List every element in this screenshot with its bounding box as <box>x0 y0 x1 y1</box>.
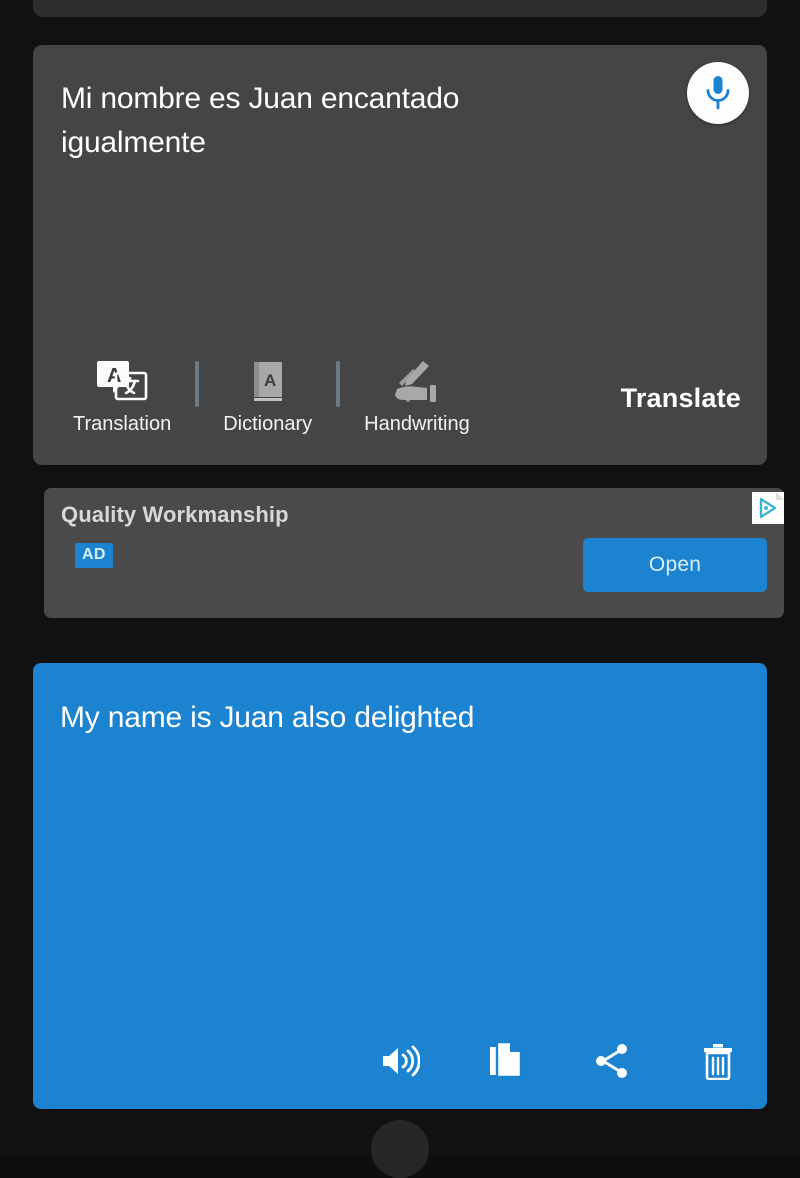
ad-badge: AD <box>75 543 113 568</box>
ad-title: Quality Workmanship <box>61 502 289 527</box>
tool-handwriting-label: Handwriting <box>364 413 470 435</box>
tool-dictionary-label: Dictionary <box>223 413 313 435</box>
tool-list: A Translation A Dictionary Handwriting <box>73 355 470 436</box>
translation-icon: A <box>96 355 148 407</box>
previous-card-partial <box>33 0 767 17</box>
microphone-icon <box>706 76 730 110</box>
source-text-panel[interactable]: Mi nombre es Juan encantado igualmente A <box>33 45 767 465</box>
bottom-floating-indicator[interactable] <box>371 1120 429 1178</box>
tool-handwriting[interactable]: Handwriting <box>364 355 470 436</box>
handwriting-hand-pen-icon <box>389 355 445 407</box>
microphone-button[interactable] <box>687 62 749 124</box>
dictionary-book-icon: A <box>248 355 288 407</box>
svg-text:A: A <box>107 365 121 387</box>
adchoices-icon[interactable] <box>752 492 784 524</box>
svg-text:A: A <box>264 371 276 390</box>
delete-icon[interactable] <box>696 1039 740 1083</box>
tool-translation[interactable]: A Translation <box>73 355 171 436</box>
copy-icon[interactable] <box>484 1039 528 1083</box>
tool-translation-label: Translation <box>73 413 172 435</box>
translate-button[interactable]: Translate <box>621 383 741 414</box>
ad-open-button[interactable]: Open <box>583 538 767 592</box>
translation-result-panel[interactable]: My name is Juan also delighted <box>33 663 767 1109</box>
source-tool-strip: A Translation A Dictionary Handwriting T… <box>33 355 767 445</box>
app-screen: Mi nombre es Juan encantado igualmente A <box>0 0 800 1178</box>
translated-text[interactable]: My name is Juan also delighted <box>60 697 720 739</box>
tool-divider-1 <box>195 361 200 407</box>
share-icon[interactable] <box>590 1039 634 1083</box>
source-text[interactable]: Mi nombre es Juan encantado igualmente <box>61 77 581 165</box>
advertisement-banner[interactable]: Quality Workmanship AD Open <box>44 488 784 618</box>
tool-divider-2 <box>336 361 341 407</box>
speak-icon[interactable] <box>378 1039 422 1083</box>
tool-dictionary[interactable]: A Dictionary <box>223 355 312 436</box>
result-action-bar <box>378 1039 740 1083</box>
